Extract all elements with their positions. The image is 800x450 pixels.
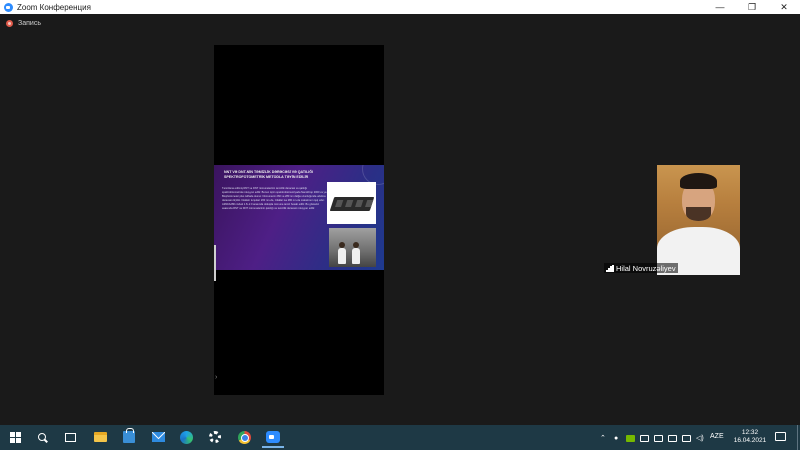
presentation-slide: NNT VƏ DNT-NİN TƏMİZLİK DƏRƏCƏSİ VƏ QATI…	[214, 165, 384, 270]
signal-strength-icon	[606, 264, 614, 272]
start-button[interactable]	[7, 429, 23, 445]
lab-person-figure	[338, 242, 346, 264]
gear-icon	[209, 431, 221, 443]
window-title: Zoom Конференция	[17, 2, 91, 12]
wifi-icon[interactable]	[682, 434, 691, 442]
maximize-button[interactable]: ❐	[736, 0, 768, 14]
nvidia-icon[interactable]	[626, 434, 635, 442]
zoom-taskbar-button[interactable]	[262, 429, 284, 448]
store-button[interactable]	[121, 428, 137, 445]
zoom-icon	[266, 431, 280, 443]
network-share-icon[interactable]	[640, 434, 649, 442]
cuvette-slide-shape	[329, 197, 375, 211]
zoom-app-icon	[4, 2, 13, 12]
notification-icon[interactable]	[775, 432, 786, 441]
language-indicator[interactable]: AZE	[710, 433, 724, 440]
task-view-icon	[64, 432, 76, 442]
system-clock[interactable]: 12:32 16.04.2021	[733, 429, 767, 445]
participant-name: Hilal Novruzəliyev	[616, 263, 676, 273]
lab-photo-image	[329, 228, 376, 267]
battery-icon[interactable]	[668, 434, 677, 442]
minimize-button[interactable]: —	[704, 0, 736, 14]
window-controls: — ❐ ✕	[704, 0, 800, 14]
mail-icon	[151, 432, 165, 442]
recording-label: Запись	[18, 20, 41, 27]
participant-video[interactable]	[657, 165, 740, 275]
chevron-right-icon[interactable]: ›	[215, 374, 217, 381]
search-icon	[38, 433, 46, 441]
file-explorer-button[interactable]	[92, 429, 108, 445]
store-bag-icon	[123, 428, 135, 443]
search-button[interactable]	[34, 429, 50, 445]
video-person-hair	[680, 173, 717, 189]
chevron-up-icon[interactable]: ⌃	[600, 434, 606, 442]
clock-time: 12:32	[741, 429, 759, 436]
security-icon[interactable]	[654, 434, 663, 442]
shared-screen: NNT VƏ DNT-NİN TƏMİZLİK DƏRƏCƏSİ VƏ QATI…	[214, 45, 384, 395]
share-scroll-handle[interactable]	[214, 245, 216, 281]
video-person-beard	[686, 207, 711, 221]
folder-icon	[93, 432, 107, 442]
participant-name-label: Hilal Novruzəliyev	[604, 263, 678, 273]
microphone-icon[interactable]: ●	[614, 434, 618, 442]
slide-title: NNT VƏ DNT-NİN TƏMİZLİK DƏRƏCƏSİ VƏ QATI…	[224, 170, 314, 179]
record-dot-icon	[6, 20, 13, 27]
windows-taskbar: ⌃ ● ◁) AZE 12:32 16.04.2021	[0, 425, 800, 450]
volume-icon[interactable]: ◁)	[696, 434, 704, 442]
settings-button[interactable]	[207, 429, 223, 445]
edge-browser-icon	[179, 430, 193, 444]
lab-person-figure	[352, 242, 360, 264]
mail-button[interactable]	[150, 429, 166, 445]
clock-date: 16.04.2021	[733, 437, 767, 444]
windows-logo-icon	[9, 431, 21, 443]
slide-body-text: Təmizlənə edilmiş RNT və DNT nümunələrin…	[222, 187, 327, 210]
window-titlebar: Zoom Конференция — ❐ ✕	[0, 0, 800, 14]
chrome-button[interactable]	[236, 429, 252, 445]
task-view-button[interactable]	[62, 429, 78, 445]
cuvette-image	[327, 182, 376, 224]
chrome-browser-icon	[237, 430, 251, 444]
close-button[interactable]: ✕	[768, 0, 800, 14]
recording-indicator[interactable]: Запись	[6, 20, 41, 27]
edge-button[interactable]	[178, 429, 194, 445]
